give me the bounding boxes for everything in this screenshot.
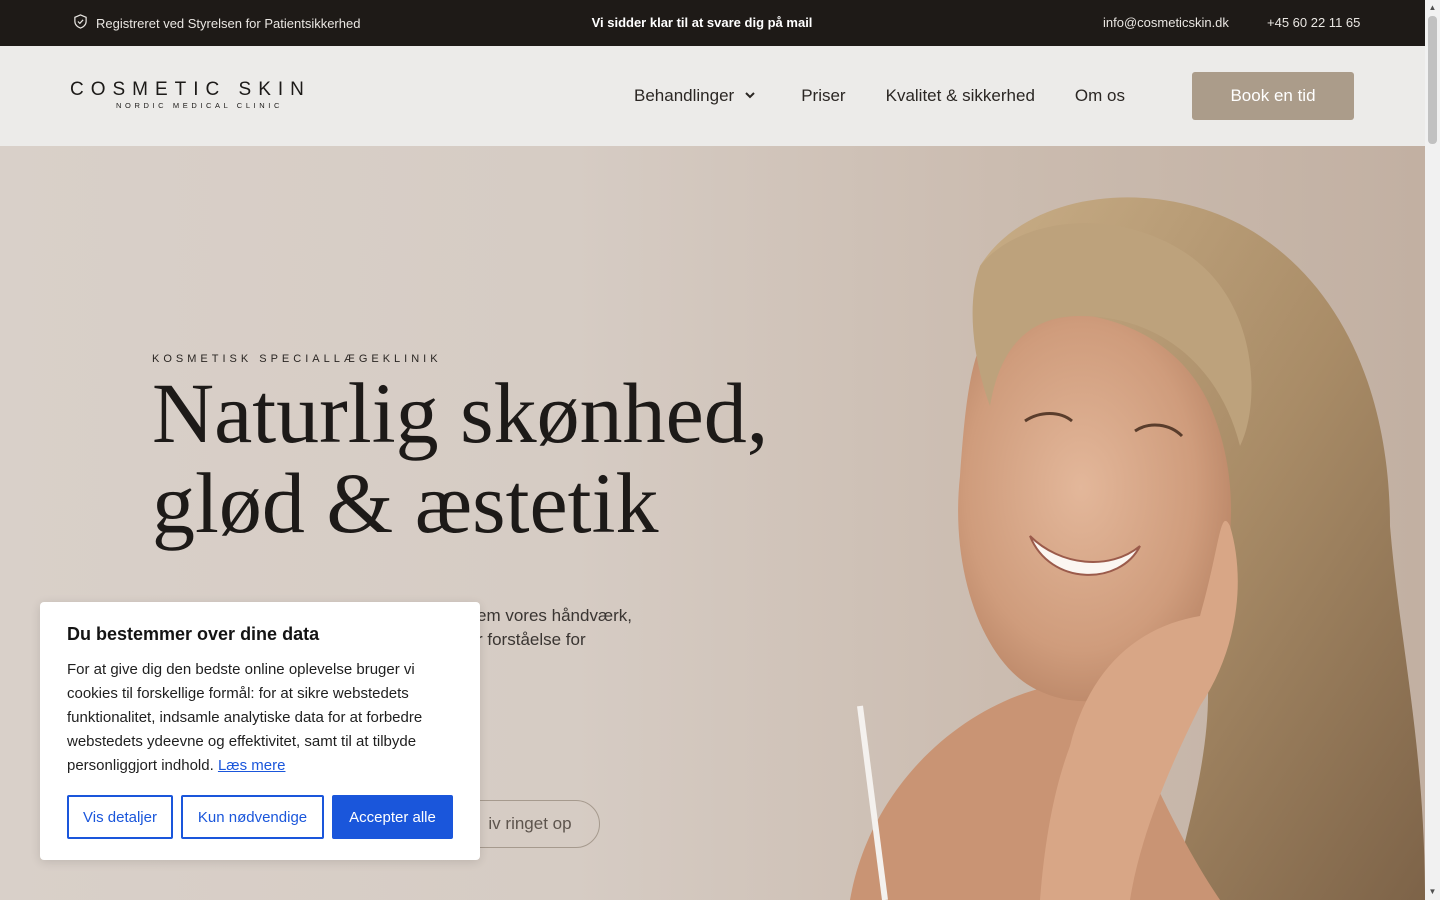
- top-info-bar: Registreret ved Styrelsen for Patientsik…: [0, 0, 1425, 46]
- site-header: COSMETIC SKIN NORDIC MEDICAL CLINIC Beha…: [0, 46, 1425, 146]
- hero-eyebrow: KOSMETISK SPECIALLÆGEKLINIK: [152, 353, 442, 365]
- page-scrollbar[interactable]: ▲ ▼: [1425, 0, 1440, 900]
- scroll-up-arrow-icon[interactable]: ▲: [1428, 3, 1437, 13]
- logo-wordmark: COSMETIC SKIN: [70, 79, 311, 100]
- logo[interactable]: COSMETIC SKIN NORDIC MEDICAL CLINIC: [70, 79, 311, 111]
- email-link[interactable]: info@cosmeticskin.dk: [1103, 15, 1229, 30]
- hero-headline: Naturlig skønhed, glød & æstetik: [152, 368, 768, 548]
- cookie-consent-dialog: Du bestemmer over dine data For at give …: [40, 602, 480, 860]
- read-more-link[interactable]: Læs mere: [218, 757, 286, 774]
- nav-item-behandlinger[interactable]: Behandlinger: [634, 86, 756, 106]
- nav-label-behandlinger: Behandlinger: [634, 86, 735, 105]
- accept-all-button[interactable]: Accepter alle: [332, 795, 453, 839]
- scrollbar-thumb[interactable]: [1428, 16, 1437, 144]
- book-appointment-button[interactable]: Book en tid: [1192, 72, 1354, 120]
- cookie-buttons: Vis detaljer Kun nødvendige Accepter all…: [67, 795, 453, 839]
- logo-tagline: NORDIC MEDICAL CLINIC: [116, 101, 283, 110]
- nav-item-kvalitet[interactable]: Kvalitet & sikkerhed: [886, 86, 1035, 106]
- nav-item-priser[interactable]: Priser: [801, 86, 845, 106]
- headline-line-2: glød & æstetik: [152, 455, 659, 551]
- show-details-button[interactable]: Vis detaljer: [67, 795, 173, 839]
- chevron-down-icon: [744, 86, 756, 106]
- only-necessary-button[interactable]: Kun nødvendige: [181, 795, 324, 839]
- phone-link[interactable]: +45 60 22 11 65: [1267, 15, 1360, 30]
- cookie-body: For at give dig den bedste online opleve…: [67, 658, 453, 778]
- hero-portrait-image: [850, 197, 1425, 900]
- headline-line-1: Naturlig skønhed,: [152, 365, 769, 461]
- cookie-title: Du bestemmer over dine data: [67, 624, 320, 644]
- nav-item-om-os[interactable]: Om os: [1075, 86, 1125, 106]
- main-nav: Behandlinger Priser Kvalitet & sikkerhed…: [634, 86, 1125, 106]
- scroll-down-arrow-icon[interactable]: ▼: [1428, 887, 1437, 897]
